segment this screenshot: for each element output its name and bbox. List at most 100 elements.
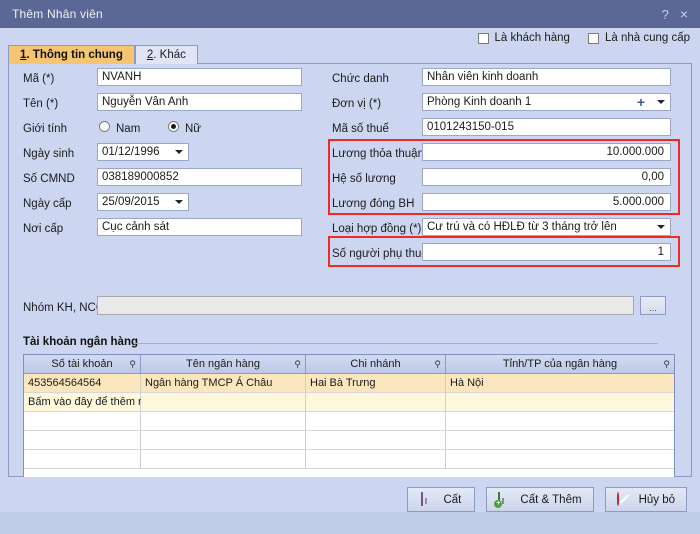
checkbox-label: Là nhà cung cấp [604, 32, 690, 44]
table-row-empty[interactable] [24, 431, 674, 450]
cancel-button[interactable]: Hủy bỏ [604, 487, 687, 512]
empty-cell[interactable] [24, 431, 141, 450]
cell-chi-nhanh[interactable]: Hai Bà Trưng [306, 374, 446, 393]
input-loai-hop-dong[interactable]: Cư trú và có HĐLĐ từ 3 tháng trở lên [422, 218, 671, 236]
new-row-cell[interactable] [141, 393, 306, 412]
label-gioi-tinh: Giới tính [23, 123, 67, 135]
radio-selected-dot [171, 124, 176, 129]
input-luong-thoa-thuan[interactable]: 10.000.000 [422, 143, 671, 161]
input-don-vi[interactable]: Phòng Kinh doanh 1 + [422, 93, 671, 111]
column-header-tinh-tp[interactable]: Tỉnh/TP của ngân hàng ⚲ [446, 355, 674, 374]
input-chuc-danh[interactable]: Nhân viên kinh doanh [422, 68, 671, 86]
help-icon[interactable]: ? [662, 8, 669, 21]
checkbox-label: Là khách hàng [494, 32, 570, 44]
chevron-down-icon[interactable] [175, 150, 183, 154]
input-he-so-luong[interactable]: 0,00 [422, 168, 671, 186]
column-header-label: Số tài khoản [51, 358, 113, 370]
empty-cell[interactable] [306, 450, 446, 469]
input-so-nguoi-phu-thuoc[interactable]: 1 [422, 243, 671, 261]
empty-cell[interactable] [306, 412, 446, 431]
radio-label-nam: Nam [116, 123, 141, 135]
loai-hop-dong-value: Cư trú và có HĐLĐ từ 3 tháng trở lên [427, 221, 617, 233]
label-luong-dong-bh: Lương đóng BH [332, 198, 415, 210]
chevron-down-icon[interactable] [657, 225, 665, 229]
empty-cell[interactable] [446, 450, 674, 469]
empty-cell[interactable] [141, 412, 306, 431]
radio-label-nu: Nữ [185, 123, 202, 135]
radio-nu[interactable] [168, 121, 179, 132]
label-nhom-kh-ncc: Nhóm KH, NCC [23, 302, 105, 314]
input-luong-dong-bh[interactable]: 5.000.000 [422, 193, 671, 211]
column-header-label: Chi nhánh [350, 358, 401, 370]
new-row-cell[interactable] [446, 393, 674, 412]
checkbox-la-khach-hang[interactable]: Là khách hàng [477, 32, 570, 44]
window-title: Thêm Nhân viên [12, 7, 103, 21]
label-so-nguoi-phu-thuoc: Số người phụ thuộc [332, 248, 434, 260]
empty-cell[interactable] [141, 431, 306, 450]
title-bar: Thêm Nhân viên ? × [0, 0, 700, 28]
input-nhom-kh-ncc[interactable] [97, 296, 634, 315]
save-button[interactable]: Cất [407, 487, 476, 512]
table-row-empty[interactable] [24, 450, 674, 469]
cell-tinh-tp[interactable]: Hà Nội [446, 374, 674, 393]
dialog-body: Là khách hàng Là nhà cung cấp 1. Thông t… [0, 28, 700, 534]
cell-ten-ngan-hang[interactable]: Ngân hàng TMCP Á Châu [141, 374, 306, 393]
empty-cell[interactable] [24, 412, 141, 431]
filter-pin-icon[interactable]: ⚲ [129, 360, 136, 369]
checkbox-box-icon[interactable] [477, 32, 489, 44]
checkbox-box-icon[interactable] [587, 32, 599, 44]
input-ma-so-thue[interactable]: 0101243150-015 [422, 118, 671, 136]
filter-pin-icon[interactable]: ⚲ [663, 360, 670, 369]
column-header-ten-ngan-hang[interactable]: Tên ngân hàng ⚲ [141, 355, 306, 374]
window-controls: ? × [662, 7, 694, 21]
don-vi-value: Phòng Kinh doanh 1 [427, 96, 532, 108]
empty-cell[interactable] [24, 450, 141, 469]
label-he-so-luong: Hệ số lương [332, 173, 396, 185]
save-and-add-button-label: Cất & Thêm [520, 493, 582, 506]
footer-button-group: Cất + Cất & Thêm Hủy bỏ [407, 487, 687, 512]
tab-khac[interactable]: 2. Khác [134, 45, 198, 64]
plus-icon[interactable]: + [636, 95, 646, 109]
column-header-so-tai-khoan[interactable]: Số tài khoản ⚲ [24, 355, 141, 374]
table-row[interactable]: 453564564564 Ngân hàng TMCP Á Châu Hai B… [24, 374, 674, 393]
filter-pin-icon[interactable]: ⚲ [294, 360, 301, 369]
tab-bar: 1. Thông tin chung 2. Khác [8, 45, 692, 64]
tab-thong-tin-chung[interactable]: 1. Thông tin chung [8, 45, 135, 64]
input-so-cmnd[interactable]: 038189000852 [97, 168, 302, 186]
tab-filler [197, 45, 692, 64]
close-icon[interactable]: × [680, 7, 688, 21]
group-title-bank-account: Tài khoản ngân hàng [23, 336, 139, 348]
chevron-down-icon[interactable] [175, 200, 183, 204]
browse-button[interactable]: ... [640, 296, 666, 315]
input-ngay-sinh[interactable]: 01/12/1996 [97, 143, 189, 161]
empty-cell[interactable] [306, 431, 446, 450]
checkbox-la-nha-cung-cap[interactable]: Là nhà cung cấp [587, 32, 690, 44]
empty-cell[interactable] [446, 412, 674, 431]
new-row-hint[interactable]: Bấm vào đây để thêm mới [24, 393, 157, 412]
radio-nam[interactable] [99, 121, 110, 132]
label-ngay-sinh: Ngày sinh [23, 148, 75, 160]
chevron-down-icon[interactable] [657, 100, 665, 104]
label-ma-so-thue: Mã số thuế [332, 123, 389, 135]
table-row-empty[interactable] [24, 412, 674, 431]
save-and-add-button[interactable]: + Cất & Thêm [486, 487, 594, 512]
input-noi-cap[interactable]: Cục cảnh sát [97, 218, 302, 236]
label-noi-cap: Nơi cấp [23, 223, 64, 235]
column-header-chi-nhanh[interactable]: Chi nhánh ⚲ [306, 355, 446, 374]
filter-pin-icon[interactable]: ⚲ [434, 360, 441, 369]
new-row-cell[interactable] [306, 393, 446, 412]
column-header-label: Tỉnh/TP của ngân hàng [502, 358, 618, 370]
input-ten[interactable]: Nguyễn Vân Anh [97, 93, 302, 111]
cancel-button-label: Hủy bỏ [638, 493, 675, 506]
empty-cell[interactable] [446, 431, 674, 450]
tab-label: . Thông tin chung [26, 49, 123, 61]
tab-label: . Khác [153, 49, 186, 61]
empty-cell[interactable] [141, 450, 306, 469]
input-ma[interactable]: NVANH [97, 68, 302, 86]
bank-account-table[interactable]: Số tài khoản ⚲ Tên ngân hàng ⚲ Chi nhánh… [23, 354, 675, 484]
label-don-vi: Đơn vị (*) [332, 98, 382, 110]
input-ngay-cap[interactable]: 25/09/2015 [97, 193, 189, 211]
cell-so-tai-khoan[interactable]: 453564564564 [24, 374, 141, 393]
label-ngay-cap: Ngày cấp [23, 198, 72, 210]
table-new-row[interactable]: Bấm vào đây để thêm mới [24, 393, 674, 412]
